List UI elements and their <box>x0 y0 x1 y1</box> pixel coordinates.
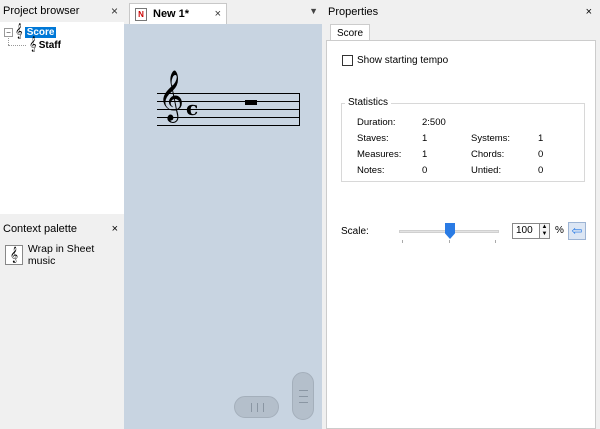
properties-panel: Properties × Score Show starting tempo S… <box>322 0 600 429</box>
context-palette-header: Context palette × <box>0 218 124 240</box>
properties-header: Properties × <box>322 0 600 24</box>
staff-line <box>157 125 300 126</box>
project-browser-tree: − 𝄞 Score 𝄞 Staff <box>0 22 124 214</box>
scale-label: Scale: <box>341 226 369 237</box>
tab-new-1-label: New 1* <box>153 8 190 20</box>
chords-value: 0 <box>538 149 544 160</box>
spin-down-icon[interactable]: ▼ <box>540 231 549 238</box>
show-starting-tempo-row[interactable]: Show starting tempo <box>342 55 448 66</box>
tree-item-staff[interactable]: 𝄞 Staff <box>27 38 61 52</box>
properties-body: Show starting tempo Statistics Duration:… <box>326 40 596 429</box>
statistics-title: Statistics <box>345 97 392 108</box>
vertical-scroll-control[interactable] <box>292 372 314 420</box>
scale-input[interactable]: 100 <box>512 223 540 239</box>
tab-new-1[interactable]: N New 1* × <box>129 3 227 24</box>
tree-item-score-label: Score <box>24 26 57 38</box>
tab-score[interactable]: Score <box>330 24 370 41</box>
score-canvas[interactable]: 𝄞 c <box>124 24 322 429</box>
left-dock: Project browser × − 𝄞 Score 𝄞 Staff Cont… <box>0 0 124 429</box>
systems-label: Systems: <box>471 133 511 144</box>
scale-unit: % <box>555 225 564 236</box>
tree-connector <box>8 45 26 46</box>
music-score-icon: 𝄞 <box>15 24 23 39</box>
project-browser-title: Project browser <box>3 5 80 17</box>
whole-rest[interactable] <box>245 100 257 105</box>
common-time-signature[interactable]: c <box>186 98 198 118</box>
horizontal-scroll-control[interactable] <box>234 396 279 418</box>
measures-label: Measures: <box>357 149 402 160</box>
scale-slider-thumb[interactable] <box>445 223 455 239</box>
show-starting-tempo-checkbox[interactable] <box>342 55 353 66</box>
staves-value: 1 <box>422 133 428 144</box>
show-starting-tempo-label: Show starting tempo <box>357 55 449 66</box>
reset-scale-arrow-icon[interactable]: ⇦ <box>568 222 586 240</box>
treble-clef[interactable]: 𝄞 <box>158 74 184 118</box>
context-palette-title: Context palette <box>3 223 77 235</box>
spin-up-icon[interactable]: ▲ <box>540 224 549 231</box>
staves-label: Staves: <box>357 133 389 144</box>
wrap-in-sheet-music-item[interactable]: 𝄞 Wrap in Sheet music <box>5 243 124 267</box>
duration-label: Duration: <box>357 117 396 128</box>
untied-value: 0 <box>538 165 544 176</box>
tab-close-icon[interactable]: × <box>215 8 221 20</box>
end-barline <box>299 93 300 126</box>
sheet-music-icon: 𝄞 <box>5 245 23 265</box>
slider-tick <box>495 240 496 243</box>
context-palette-close-icon[interactable]: × <box>112 223 118 235</box>
wrap-in-sheet-music-label: Wrap in Sheet music <box>27 243 95 267</box>
slider-tick <box>402 240 403 243</box>
scale-spin-buttons[interactable]: ▲ ▼ <box>540 223 550 239</box>
measures-value: 1 <box>422 149 428 160</box>
document-area: N New 1* × ▼ 𝄞 c <box>124 0 322 429</box>
tree-item-staff-label: Staff <box>38 39 61 51</box>
systems-value: 1 <box>538 133 544 144</box>
chords-label: Chords: <box>471 149 505 160</box>
app-window: Project browser × − 𝄞 Score 𝄞 Staff Cont… <box>0 0 600 429</box>
document-icon: N <box>135 7 147 21</box>
project-browser-header: Project browser × <box>0 0 124 22</box>
notes-label: Notes: <box>357 165 385 176</box>
tab-list-dropdown-icon[interactable]: ▼ <box>309 6 318 16</box>
project-browser-close-icon[interactable]: × <box>111 4 118 18</box>
slider-tick <box>449 240 450 243</box>
properties-title: Properties <box>328 6 379 18</box>
duration-value: 2:500 <box>422 117 446 128</box>
notes-value: 0 <box>422 165 428 176</box>
tree-connector <box>8 36 9 45</box>
document-tabbar: N New 1* × ▼ <box>124 0 322 24</box>
properties-close-icon[interactable]: × <box>586 6 592 18</box>
untied-label: Untied: <box>471 165 502 176</box>
music-staff-icon: 𝄞 <box>29 37 37 52</box>
